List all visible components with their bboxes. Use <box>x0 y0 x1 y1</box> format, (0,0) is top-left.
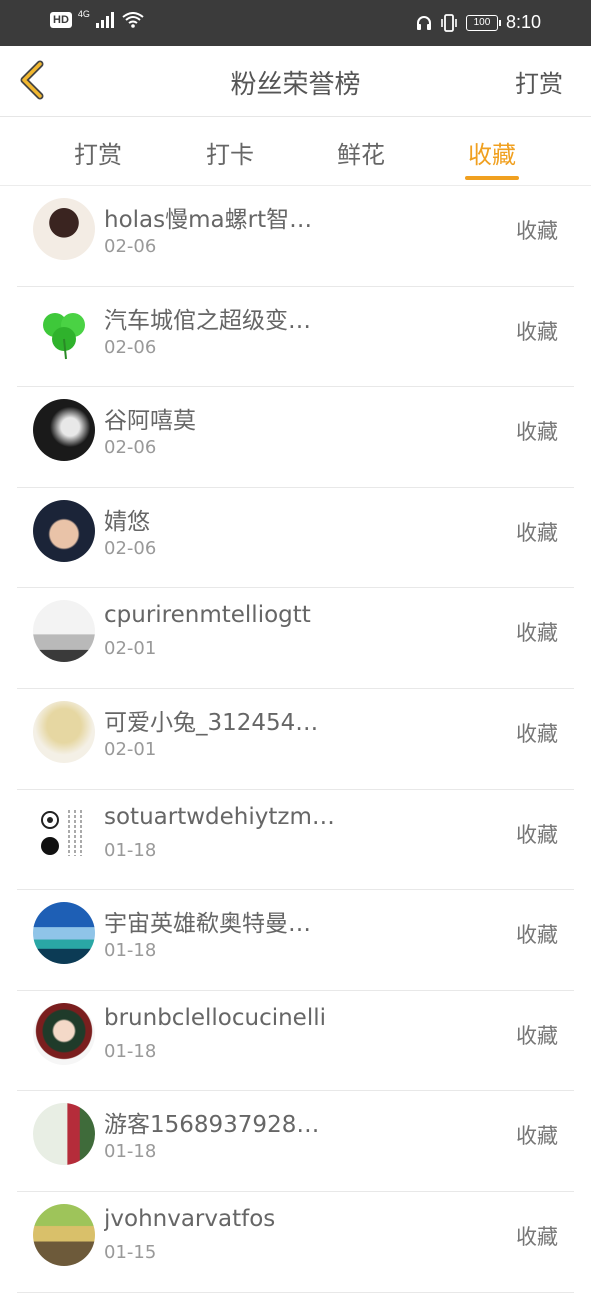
user-name: 婧悠 <box>104 508 150 535</box>
favorite-label: 收藏 <box>516 1023 558 1048</box>
user-name: cpurirenmtelliogtt <box>104 602 311 629</box>
tab-reward[interactable]: 打赏 <box>53 135 143 170</box>
item-date: 01-18 <box>104 1040 157 1062</box>
battery-level: 100 <box>473 16 491 28</box>
tab-flowers[interactable]: 鲜花 <box>316 135 406 170</box>
item-date: 02-06 <box>104 236 157 257</box>
list-item[interactable]: 婧悠 02-06 收藏 <box>17 488 574 589</box>
user-name: holas慢ma螺rt智… <box>104 207 313 233</box>
user-name: jvohnvarvatfos <box>104 1205 276 1232</box>
avatar <box>33 298 95 361</box>
list-item[interactable]: holas慢ma螺rt智… 02-06 收藏 <box>17 186 574 287</box>
tab-checkin[interactable]: 打卡 <box>185 135 275 170</box>
favorite-label: 收藏 <box>516 520 558 545</box>
signal-icon <box>95 12 114 28</box>
tab-favorites[interactable]: 收藏 <box>447 135 537 170</box>
item-date: 01-18 <box>104 1141 157 1163</box>
clover-icon <box>43 312 85 359</box>
fan-list: holas慢ma螺rt智… 02-06 收藏 汽车城倌之超级变… 02-06 收… <box>0 186 591 1293</box>
favorite-label: 收藏 <box>516 420 558 445</box>
favorite-label: 收藏 <box>516 721 558 746</box>
battery-icon: 100 <box>465 14 501 31</box>
avatar <box>33 1103 95 1166</box>
vibrate-icon <box>441 13 457 32</box>
wifi-icon <box>122 12 144 28</box>
list-item[interactable]: brunbclellocucinelli 01-18 收藏 <box>17 991 574 1092</box>
headphones-icon <box>416 15 431 30</box>
status-left: HD 4G <box>50 9 144 28</box>
item-date: 02-06 <box>104 537 157 559</box>
favorite-label: 收藏 <box>516 1224 558 1249</box>
user-name: 可爱小兔_312454… <box>104 709 319 736</box>
app-header: 粉丝荣誉榜 打赏 <box>0 46 591 117</box>
reward-button[interactable]: 打赏 <box>515 64 563 99</box>
list-item[interactable]: 宇宙英雄欷奥特曼… 01-18 收藏 <box>17 890 574 991</box>
list-item[interactable]: 可爱小兔_312454… 02-01 收藏 <box>17 689 574 790</box>
avatar <box>33 499 95 562</box>
user-name: 谷阿嘻莫 <box>104 408 196 435</box>
avatar <box>33 399 95 462</box>
list-item[interactable]: 游客1568937928… 01-18 收藏 <box>17 1091 574 1192</box>
list-item[interactable]: cpurirenmtelliogtt 02-01 收藏 <box>17 588 574 689</box>
avatar <box>33 902 95 965</box>
clock: 8:10 <box>505 12 541 32</box>
active-tab-indicator <box>465 176 519 180</box>
network-type: 4G <box>77 9 90 19</box>
avatar <box>33 1002 95 1065</box>
avatar <box>33 1203 95 1266</box>
user-name: sotuartwdehiytzm… <box>104 803 335 830</box>
favorite-label: 收藏 <box>516 219 558 243</box>
item-date: 02-06 <box>104 437 157 459</box>
item-date: 02-01 <box>104 638 157 660</box>
hd-badge: HD <box>50 12 72 28</box>
favorite-label: 收藏 <box>516 822 558 847</box>
list-item[interactable]: 谷阿嘻莫 02-06 收藏 <box>17 387 574 488</box>
list-item[interactable]: 汽车城倌之超级变… 02-06 收藏 <box>17 287 574 388</box>
item-date: 02-06 <box>104 336 157 358</box>
avatar <box>33 700 95 763</box>
avatar <box>33 198 95 260</box>
avatar <box>33 801 95 864</box>
favorite-label: 收藏 <box>516 923 558 948</box>
status-right: 100 8:10 <box>416 12 541 33</box>
list-item[interactable]: jvohnvarvatfos 01-15 收藏 <box>17 1192 574 1293</box>
flower-icon <box>41 809 82 856</box>
favorite-label: 收藏 <box>516 319 558 344</box>
avatar <box>33 600 95 663</box>
status-bar: HD 4G 100 8:10 <box>0 0 591 46</box>
user-name: brunbclellocucinelli <box>104 1004 327 1031</box>
item-date: 01-15 <box>104 1241 157 1263</box>
favorite-label: 收藏 <box>516 621 558 646</box>
user-name: 宇宙英雄欷奥特曼… <box>104 911 311 938</box>
item-date: 02-01 <box>104 738 157 760</box>
page-title: 粉丝荣誉榜 <box>230 70 361 100</box>
user-name: 汽车城倌之超级变… <box>104 307 311 334</box>
favorite-label: 收藏 <box>516 1124 558 1149</box>
item-date: 01-18 <box>104 940 157 962</box>
user-name: 游客1568937928… <box>104 1112 320 1139</box>
list-item[interactable]: sotuartwdehiytzm… 01-18 收藏 <box>17 790 574 891</box>
item-date: 01-18 <box>104 839 157 861</box>
